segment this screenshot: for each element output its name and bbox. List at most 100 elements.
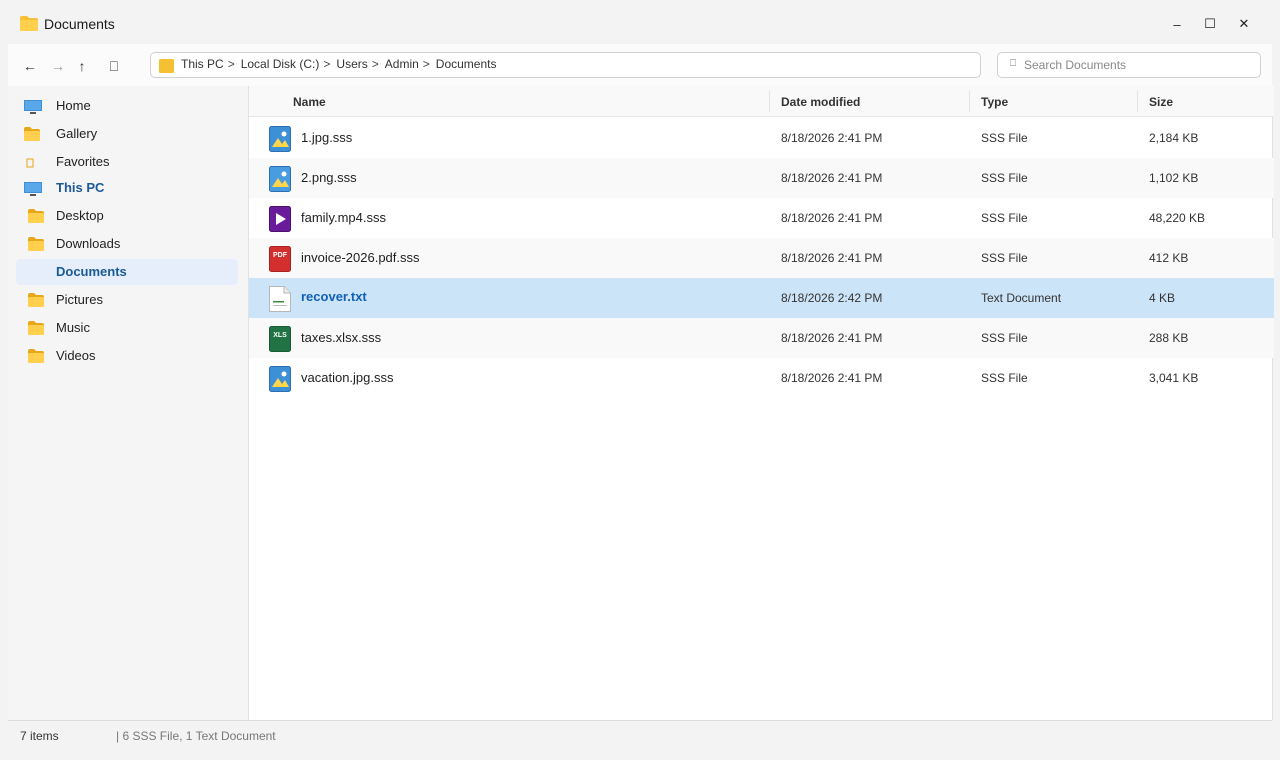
sidebar-item-pictures[interactable]: Pictures <box>16 287 238 313</box>
column-header-size[interactable]: Size <box>1149 95 1173 109</box>
file-name: invoice-2026.pdf.sss <box>301 250 420 265</box>
breadcrumb-separator: > <box>371 57 379 71</box>
file-date: 8/18/2026 2:41 PM <box>781 171 883 185</box>
folder-icon <box>28 209 44 226</box>
breadcrumb-item-documents[interactable]: Documents <box>436 57 497 71</box>
toolbar: ← → ↑ ⎕ This PC > Local Disk (C:) > Users > Ad… <box>8 44 1272 86</box>
back-button[interactable]: ← <box>20 56 40 76</box>
table-row[interactable]: 2.png.sss 8/18/2026 2:41 PM SSS File 1,1… <box>249 158 1274 198</box>
breadcrumb-item-users[interactable]: Users <box>336 57 367 71</box>
file-date: 8/18/2026 2:41 PM <box>781 131 883 145</box>
file-size: 4 KB <box>1149 291 1176 305</box>
file-date: 8/18/2026 2:42 PM <box>781 291 883 305</box>
image-icon <box>269 126 291 152</box>
folder-icon <box>24 127 40 144</box>
column-header-name[interactable]: Name <box>293 95 326 109</box>
refresh-button[interactable]: ⎕ <box>104 56 124 76</box>
table-row[interactable]: family.mp4.sss 8/18/2026 2:41 PM SSS Fil… <box>249 198 1274 238</box>
sidebar-item-label: Desktop <box>56 208 104 223</box>
sidebar-item-label: Favorites <box>56 154 110 169</box>
title-bar: Documents – ☐ ✕ <box>0 0 1280 44</box>
folder-icon <box>159 59 174 76</box>
forward-button[interactable]: → <box>48 56 68 76</box>
file-name: recover.txt <box>301 289 367 304</box>
file-type: SSS File <box>981 171 1028 185</box>
sidebar-item-label: Pictures <box>56 292 103 307</box>
sidebar-item-downloads[interactable]: Downloads <box>16 231 238 257</box>
sidebar-item-this-pc[interactable]: This PC <box>16 175 238 201</box>
sidebar-item-music[interactable]: Music <box>16 315 238 341</box>
maximize-button[interactable]: ☐ <box>1193 10 1227 38</box>
sidebar-item-videos[interactable]: Videos <box>16 343 238 369</box>
file-size: 3,041 KB <box>1149 371 1199 385</box>
file-size: 1,102 KB <box>1149 171 1199 185</box>
folder-icon <box>28 349 44 366</box>
pdf-icon: PDF <box>269 246 291 272</box>
file-name: family.mp4.sss <box>301 210 386 225</box>
file-type: SSS File <box>981 371 1028 385</box>
file-size: 48,220 KB <box>1149 211 1206 225</box>
sidebar-item-documents[interactable]: Documents <box>16 259 238 285</box>
sidebar-item-label: Home <box>56 98 91 113</box>
sidebar-item-label: Videos <box>56 348 96 363</box>
monitor-icon <box>24 181 42 200</box>
search-box[interactable]: ⎕ <box>997 52 1261 78</box>
file-type: SSS File <box>981 131 1028 145</box>
image-icon <box>269 366 291 392</box>
file-date: 8/18/2026 2:41 PM <box>781 211 883 225</box>
status-bar: 7 items | 6 SSS File, 1 Text Document <box>8 720 1272 750</box>
selection-summary: | 6 SSS File, 1 Text Document <box>116 729 276 743</box>
column-divider[interactable] <box>969 90 970 112</box>
file-type: SSS File <box>981 211 1028 225</box>
item-count: 7 items <box>20 729 59 743</box>
breadcrumb-item-local-disk[interactable]: Local Disk (C:) <box>241 57 320 71</box>
breadcrumb-separator: > <box>323 57 331 71</box>
address-bar[interactable]: This PC > Local Disk (C:) > Users > Admin > Docu… <box>150 52 981 78</box>
sidebar-item-label: Music <box>56 320 90 335</box>
file-name: vacation.jpg.sss <box>301 370 394 385</box>
table-row[interactable]: vacation.jpg.sss 8/18/2026 2:41 PM SSS F… <box>249 358 1274 398</box>
table-row[interactable]: XLS taxes.xlsx.sss 8/18/2026 2:41 PM SSS… <box>249 318 1274 358</box>
breadcrumb-item-admin[interactable]: Admin <box>385 57 419 71</box>
sidebar-item-label: This PC <box>56 180 105 195</box>
breadcrumb-item-this-pc[interactable]: This PC <box>181 57 224 71</box>
file-size: 2,184 KB <box>1149 131 1199 145</box>
file-date: 8/18/2026 2:41 PM <box>781 371 883 385</box>
file-type: SSS File <box>981 251 1028 265</box>
table-row[interactable]: PDF invoice-2026.pdf.sss 8/18/2026 2:41 … <box>249 238 1274 278</box>
pdf-badge: PDF <box>273 252 288 259</box>
sidebar-item-label: Gallery <box>56 126 98 141</box>
column-divider[interactable] <box>1137 90 1138 112</box>
file-date: 8/18/2026 2:41 PM <box>781 331 883 345</box>
table-row[interactable]: recover.txt 8/18/2026 2:42 PM Text Docum… <box>249 278 1274 318</box>
monitor-icon <box>24 99 42 118</box>
navigation-pane: Home Gallery Favorites This PC Desktop D… <box>8 86 248 720</box>
folder-icon <box>28 293 44 310</box>
breadcrumb: This PC > Local Disk (C:) > Users > Admin > Docu… <box>181 57 501 71</box>
file-name: 1.jpg.sss <box>301 130 353 145</box>
table-row[interactable]: 1.jpg.sss 8/18/2026 2:41 PM SSS File 2,1… <box>249 118 1274 158</box>
file-size: 288 KB <box>1149 331 1189 345</box>
column-header-type[interactable]: Type <box>981 95 1008 109</box>
column-header-date[interactable]: Date modified <box>781 95 860 109</box>
file-name: 2.png.sss <box>301 170 357 185</box>
sidebar-item-favorites[interactable]: Favorites <box>16 149 238 175</box>
close-button[interactable]: ✕ <box>1227 10 1261 38</box>
folder-icon <box>20 16 38 36</box>
sidebar-item-desktop[interactable]: Desktop <box>16 203 238 229</box>
column-divider[interactable] <box>769 90 770 112</box>
sidebar-item-label: Documents <box>56 264 127 279</box>
search-input[interactable] <box>1024 57 1252 73</box>
folder-icon <box>28 321 44 338</box>
column-header-row: Name Date modified Type Size <box>249 86 1274 117</box>
minimize-button[interactable]: – <box>1160 10 1194 38</box>
file-list: Name Date modified Type Size 1.jpg.sss 8… <box>248 86 1274 720</box>
sidebar-item-home[interactable]: Home <box>16 93 238 119</box>
sidebar-item-gallery[interactable]: Gallery <box>16 121 238 147</box>
up-button[interactable]: ↑ <box>72 56 92 76</box>
image-icon <box>269 166 291 192</box>
search-icon: ⎕ <box>1010 58 1016 69</box>
video-icon <box>269 206 291 232</box>
spreadsheet-icon: XLS <box>269 326 291 352</box>
breadcrumb-separator: > <box>422 57 430 71</box>
